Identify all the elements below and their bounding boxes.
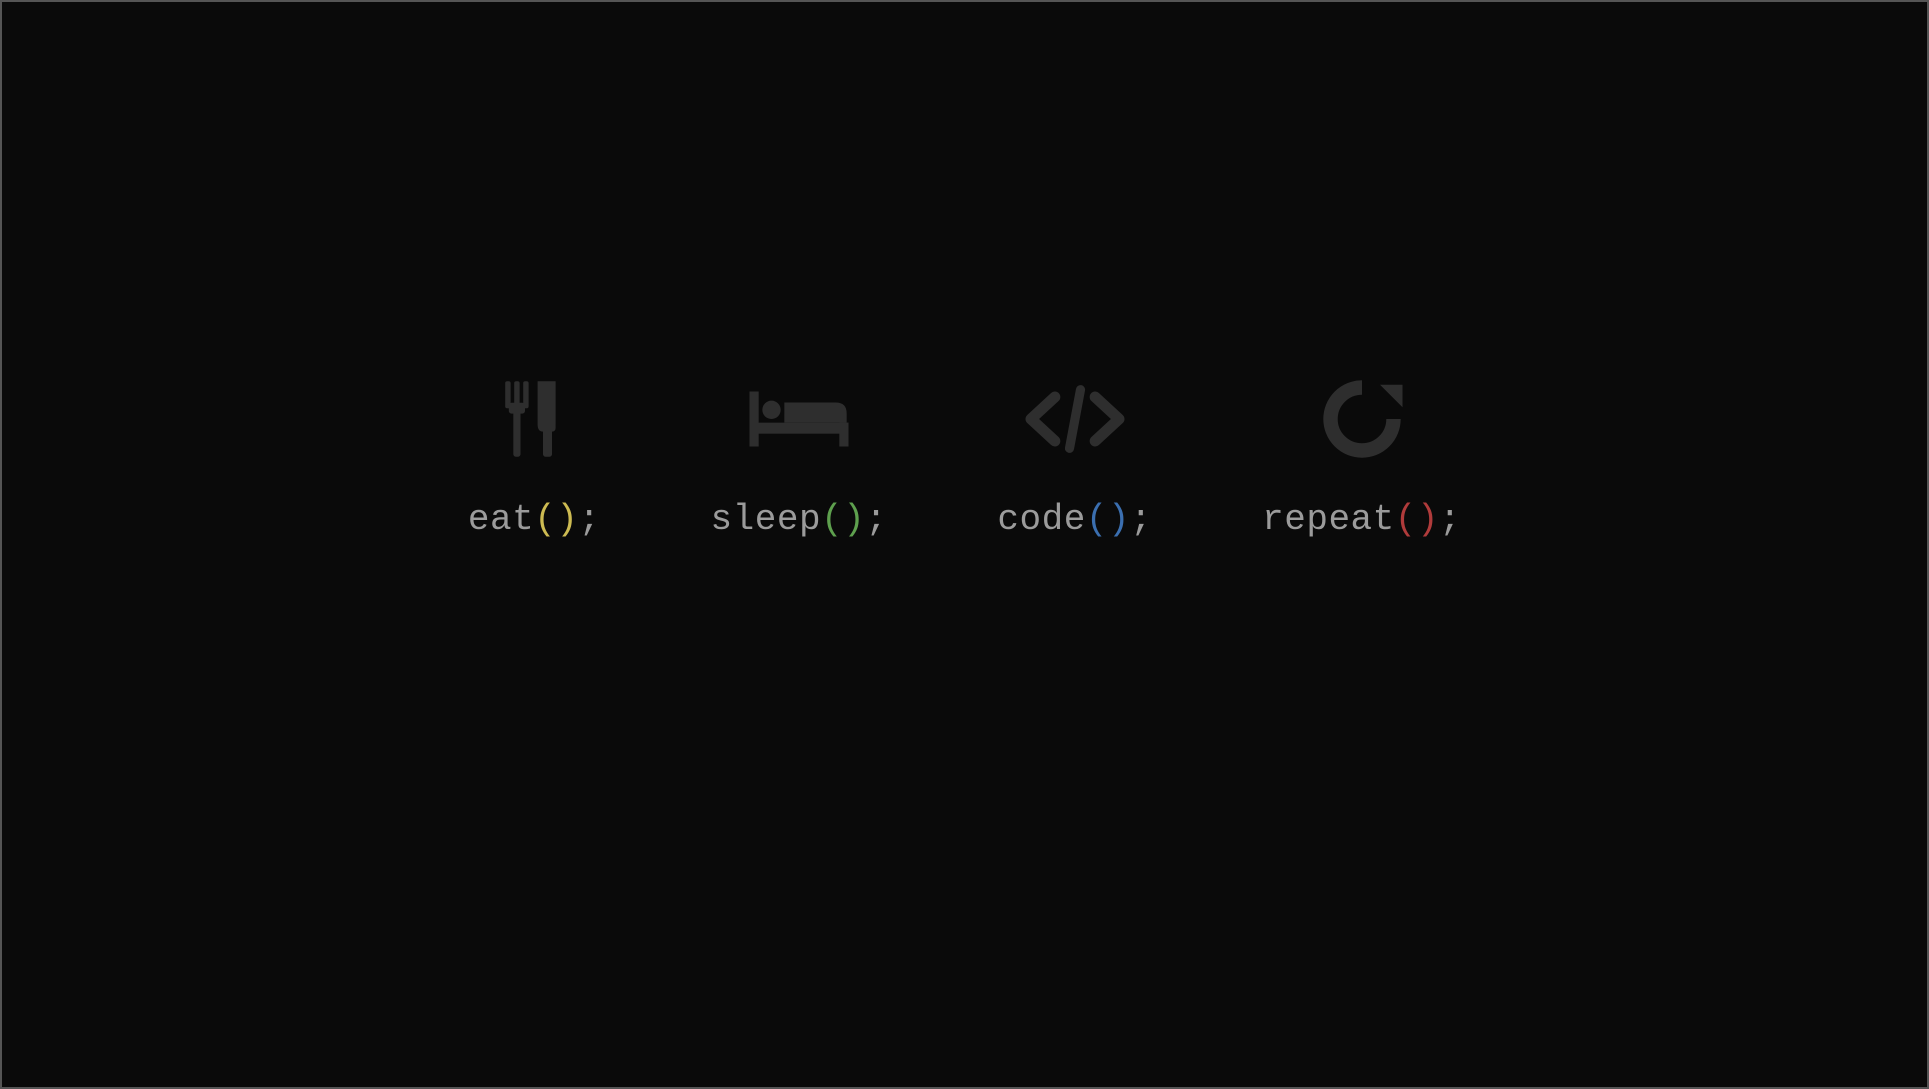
eat-label: eat(); (468, 499, 601, 540)
repeat-label: repeat(); (1262, 499, 1461, 540)
code-semi: ; (1130, 499, 1152, 540)
eat-parens: () (534, 499, 578, 540)
repeat-semi: ; (1439, 499, 1461, 540)
refresh-icon (1302, 369, 1422, 469)
bed-icon (739, 369, 859, 469)
code-icon (1015, 369, 1135, 469)
eat-block: eat(); (468, 369, 601, 540)
sleep-word: sleep (711, 499, 822, 540)
sleep-label: sleep(); (711, 499, 888, 540)
eat-semi: ; (578, 499, 600, 540)
sleep-parens: () (821, 499, 865, 540)
eat-word: eat (468, 499, 534, 540)
repeat-word: repeat (1262, 499, 1395, 540)
sleep-block: sleep(); (711, 369, 888, 540)
code-label: code(); (997, 499, 1152, 540)
wallpaper-content: eat(); sleep(); code(); (468, 369, 1461, 540)
repeat-parens: () (1395, 499, 1439, 540)
utensils-icon (474, 369, 594, 469)
code-block: code(); (997, 369, 1152, 540)
sleep-semi: ; (865, 499, 887, 540)
code-word: code (997, 499, 1085, 540)
repeat-block: repeat(); (1262, 369, 1461, 540)
code-parens: () (1086, 499, 1130, 540)
